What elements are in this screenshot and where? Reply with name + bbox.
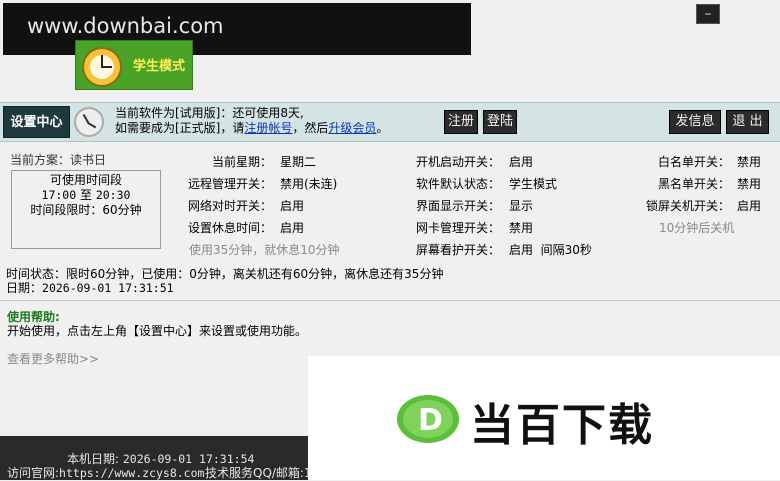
- register-button[interactable]: 注册: [444, 110, 478, 134]
- website-link[interactable]: https://www.zcys8.com: [59, 466, 204, 480]
- shutdown-note: 10分钟后关机: [659, 221, 735, 235]
- watermark-logo-box: D 当百下载: [308, 356, 780, 480]
- website-info: 访问官网:https://www.zcys8.com: [7, 464, 204, 481]
- default-state-value: 学生模式: [509, 177, 558, 191]
- to-label: 至: [79, 188, 92, 202]
- student-mode-badge: 学生模式: [75, 40, 193, 90]
- license-notice: 当前软件为[试用版]：还可使用8天, 如需要成为[正式版]，请注册帐号，然后升级…: [115, 106, 388, 136]
- watermark-text: 当百下载: [470, 400, 654, 451]
- website-label: 访问官网:: [7, 466, 60, 480]
- weekday-label: 当前星期：: [211, 155, 272, 169]
- time-period-box: 可使用时间段 17:00 至 20:30 时间段限时：60分钟: [11, 170, 161, 249]
- status-area: 时间状态：限时60分钟，已使用：0分钟，离关机还有60分钟，离休息还有35分钟 …: [6, 267, 443, 295]
- more-help-link[interactable]: 查看更多帮助>>: [7, 350, 99, 367]
- send-message-button[interactable]: 发信息: [669, 110, 721, 134]
- divider: [0, 300, 780, 301]
- network-time-sync-label: 网络对时开关：: [187, 199, 272, 213]
- screen-guard-value: 启用 间隔30秒: [509, 243, 592, 257]
- screen-guard-label: 屏幕看护开关：: [415, 243, 500, 257]
- remote-management-label: 远程管理开关：: [187, 177, 272, 191]
- blacklist-label: 黑名单开关：: [657, 177, 730, 191]
- time-status: 时间状态：限时60分钟，已使用：0分钟，离关机还有60分钟，离休息还有35分钟: [6, 267, 444, 281]
- register-account-link[interactable]: 注册帐号: [244, 121, 292, 135]
- time-box-title: 可使用时间段: [49, 173, 122, 187]
- boot-start-value: 启用: [509, 155, 534, 169]
- network-time-sync-value: 启用: [280, 199, 305, 213]
- upgrade-member-link[interactable]: 升级会员: [328, 121, 376, 135]
- rest-time-label: 设置休息时间：: [187, 221, 272, 235]
- clock-icon: [74, 107, 104, 137]
- blacklist-value: 禁用: [737, 177, 762, 191]
- ui-display-value: 显示: [509, 199, 534, 213]
- whitelist-value: 禁用: [737, 155, 762, 169]
- mode-label: 学生模式: [133, 59, 186, 74]
- remote-management-value: 禁用(未连): [280, 177, 338, 191]
- ui-display-label: 界面显示开关：: [415, 199, 500, 213]
- svg-text:D: D: [418, 403, 443, 438]
- notice-text: ，然后: [292, 121, 329, 135]
- notice-line-2: 如需要成为[正式版]，请注册帐号，然后升级会员。: [115, 121, 388, 136]
- start-time: 17:00: [41, 188, 77, 202]
- nic-management-label: 网卡管理开关：: [415, 221, 500, 235]
- login-button[interactable]: 登陆: [483, 110, 517, 134]
- exit-button[interactable]: 退 出: [726, 110, 769, 134]
- time-limit: 时间段限时：60分钟: [30, 203, 142, 217]
- rest-time-note: 使用35分钟，就休息10分钟: [189, 243, 340, 257]
- weekday-value: 星期二: [280, 155, 317, 169]
- date-value: 2026-09-01 17:31:51: [42, 281, 174, 295]
- date-label: 日期：: [6, 281, 43, 295]
- lock-shutdown-value: 启用: [737, 199, 762, 213]
- boot-start-label: 开机启动开关：: [415, 155, 500, 169]
- time-range: 17:00 至 20:30: [12, 188, 160, 203]
- notice-text: 如需要成为[正式版]，请: [115, 121, 245, 135]
- rest-time-value: 启用: [280, 221, 305, 235]
- minimize-button[interactable]: –: [696, 4, 720, 24]
- watermark-banner: www.downbai.com: [3, 3, 471, 55]
- current-plan-label: 当前方案：读书日: [10, 153, 107, 167]
- end-time: 20:30: [95, 188, 131, 202]
- lock-shutdown-label: 锁屏关机开关：: [645, 199, 730, 213]
- whitelist-label: 白名单开关：: [657, 155, 730, 169]
- date-line: 日期：2026-09-01 17:31:51: [6, 281, 443, 295]
- help-text: 开始使用，点击左上角【设置中心】来设置或使用功能。: [7, 324, 308, 338]
- support-info: 技术服务QQ/邮箱:1: [205, 466, 312, 480]
- notice-line-1: 当前软件为[试用版]：还可使用8天,: [115, 106, 304, 120]
- default-state-label: 软件默认状态：: [415, 177, 500, 191]
- notice-text: 。: [376, 121, 389, 135]
- downbai-logo-icon: D: [397, 395, 459, 443]
- settings-center-button[interactable]: 设置中心: [3, 106, 70, 138]
- nic-management-value: 禁用: [509, 221, 534, 235]
